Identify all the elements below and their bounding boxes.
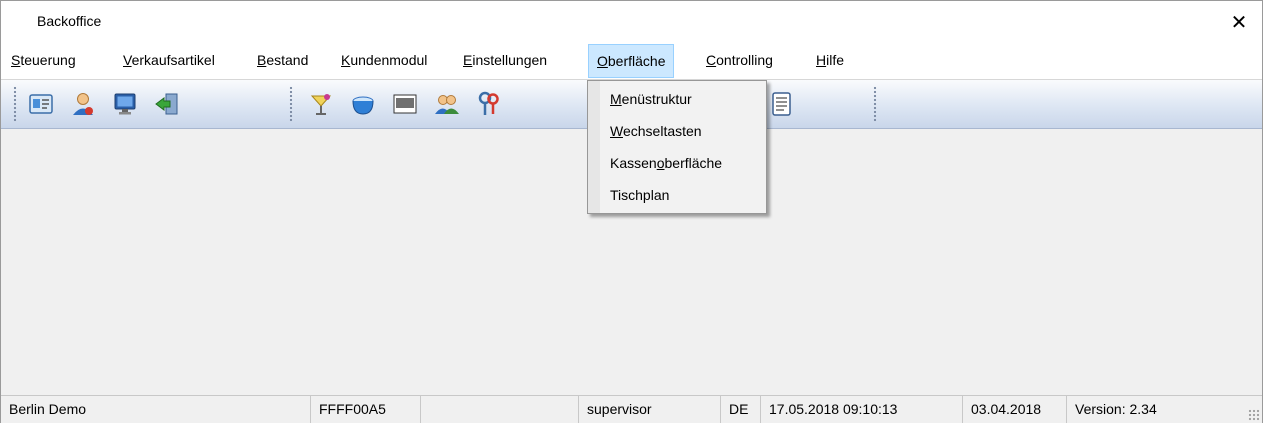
- status-empty: [421, 396, 579, 423]
- close-icon[interactable]: ✕: [1216, 1, 1262, 43]
- user-icon[interactable]: [67, 88, 99, 120]
- status-version: Version: 2.34: [1075, 401, 1157, 417]
- users-icon[interactable]: [431, 88, 463, 120]
- menu-item-tischplan[interactable]: Tischplan: [610, 180, 669, 210]
- menu-einstellungen[interactable]: Einstellungen: [455, 43, 555, 77]
- menu-item-kassenoberflaeche[interactable]: Kassenoberfläche: [610, 148, 722, 178]
- menu-hilfe[interactable]: Hilfe: [808, 43, 852, 77]
- status-datetime: 17.05.2018 09:10:13: [761, 396, 963, 423]
- status-user: supervisor: [579, 396, 721, 423]
- menu-bar: Steuerung Verkaufsartikel Bestand Kunden…: [1, 43, 1262, 80]
- bowl-icon[interactable]: [347, 88, 379, 120]
- keys-icon[interactable]: [473, 88, 505, 120]
- menu-gutter: [588, 81, 600, 213]
- menu-bestand[interactable]: Bestand: [249, 43, 316, 77]
- monitor-icon[interactable]: [109, 88, 141, 120]
- barcode-icon[interactable]: [389, 88, 421, 120]
- menu-kundenmodul[interactable]: Kundenmodul: [333, 43, 435, 77]
- status-code: FFFF00A5: [311, 396, 421, 423]
- toolbar-grip[interactable]: [13, 86, 17, 122]
- resize-grip-icon[interactable]: [1248, 409, 1260, 421]
- menu-item-wechseltasten[interactable]: Wechseltasten: [610, 116, 702, 146]
- status-language: DE: [721, 396, 761, 423]
- menu-steuerung[interactable]: Steuerung: [3, 43, 84, 77]
- status-bar: Berlin Demo FFFF00A5 supervisor DE 17.05…: [1, 395, 1262, 423]
- document-icon[interactable]: [765, 88, 797, 120]
- window-title: Backoffice: [37, 13, 102, 29]
- menu-oberflaeche[interactable]: Oberfläche: [588, 44, 675, 78]
- status-location: Berlin Demo: [1, 396, 311, 423]
- title-bar: Backoffice ✕: [1, 1, 1262, 43]
- id-card-icon[interactable]: [25, 88, 57, 120]
- exit-icon[interactable]: [151, 88, 183, 120]
- cocktail-icon[interactable]: [305, 88, 337, 120]
- backoffice-window: Backoffice ✕ Steuerung Verkaufsartikel B…: [0, 0, 1263, 423]
- toolbar-grip[interactable]: [289, 86, 293, 122]
- oberflaeche-dropdown-menu: Menüstruktur Wechseltasten Kassenoberflä…: [587, 80, 767, 214]
- status-date: 03.04.2018: [963, 396, 1067, 423]
- menu-verkaufsartikel[interactable]: Verkaufsartikel: [115, 43, 223, 77]
- menu-item-menuestruktur[interactable]: Menüstruktur: [610, 84, 692, 114]
- menu-controlling[interactable]: Controlling: [698, 43, 781, 77]
- toolbar-grip[interactable]: [873, 86, 877, 122]
